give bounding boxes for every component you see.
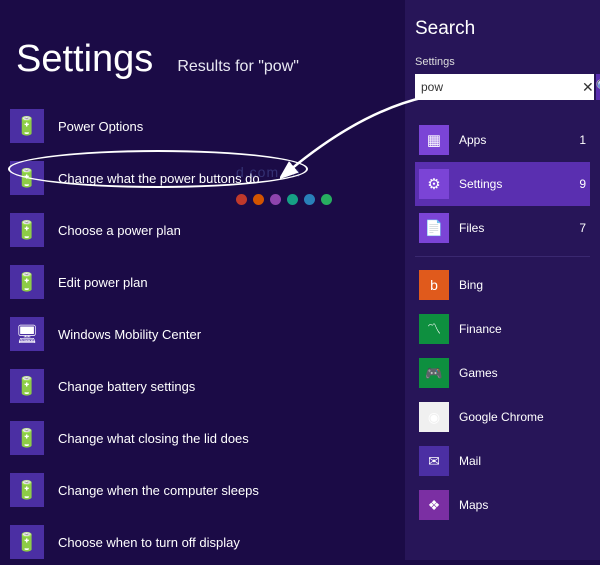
page-title: Settings (16, 38, 153, 81)
category-count: 1 (579, 133, 586, 147)
category-label: Settings (459, 177, 579, 191)
category-apps[interactable]: ▦ Apps1 (415, 118, 590, 162)
category-label: Files (459, 221, 579, 235)
category-files[interactable]: 📄 Files7 (415, 206, 590, 250)
result-item-4[interactable]: 🖥 Windows Mobility Center (10, 311, 405, 357)
search-category-list: ▦ Apps1 ⚙ Settings9 📄 Files7 (415, 118, 590, 250)
search-button[interactable]: 🔍 (596, 74, 600, 100)
result-item-7[interactable]: 🔋 Change when the computer sleeps (10, 467, 405, 513)
result-label: Edit power plan (58, 275, 148, 290)
app-item-maps[interactable]: ❖ Maps (415, 483, 590, 527)
close-icon: ✕ (582, 79, 594, 96)
app-label: Finance (459, 322, 502, 336)
clear-search-button[interactable]: ✕ (582, 74, 594, 100)
files-icon: 📄 (419, 213, 449, 243)
category-count: 9 (579, 177, 586, 191)
app-label: Google Chrome (459, 410, 544, 424)
divider (415, 256, 590, 257)
battery-icon: 🔋 (10, 265, 44, 299)
app-label: Bing (459, 278, 483, 292)
battery-icon: 🔋 (10, 213, 44, 247)
result-item-2[interactable]: 🔋 Choose a power plan (10, 207, 405, 253)
heading-row: Settings Results for "pow" (16, 38, 405, 81)
battery-icon: 🔋 (10, 421, 44, 455)
app-icon: b (419, 270, 449, 300)
app-icon: 〽 (419, 314, 449, 344)
battery-icon: 🔋 (10, 525, 44, 559)
search-charm-panel: Search Settings ✕ 🔍 ▦Apps1⚙Settings9📄Fil… (405, 0, 600, 560)
result-item-0[interactable]: 🔋 Power Options (10, 103, 405, 149)
search-box: ✕ 🔍 (415, 74, 590, 100)
app-icon: 🎮 (419, 358, 449, 388)
settings-results-panel: Settings Results for "pow" 🔋 Power Option… (0, 0, 405, 560)
app-item-finance[interactable]: 〽 Finance (415, 307, 590, 351)
result-label: Change when the computer sleeps (58, 483, 259, 498)
settings-icon: ⚙ (419, 169, 449, 199)
result-item-6[interactable]: 🔋 Change what closing the lid does (10, 415, 405, 461)
result-label: Change what the power buttons do (58, 171, 260, 186)
app-icon: ◉ (419, 402, 449, 432)
app-label: Mail (459, 454, 481, 468)
result-label: Change battery settings (58, 379, 195, 394)
result-label: Choose a power plan (58, 223, 181, 238)
search-context-label: Settings (415, 56, 590, 68)
category-label: Apps (459, 133, 579, 147)
app-icon: ✉ (419, 446, 449, 476)
category-settings[interactable]: ⚙ Settings9 (415, 162, 590, 206)
battery-icon: 🔋 (10, 161, 44, 195)
search-icon: 🔍 (596, 79, 600, 95)
result-item-8[interactable]: 🔋 Choose when to turn off display (10, 519, 405, 565)
app-item-games[interactable]: 🎮 Games (415, 351, 590, 395)
app-item-mail[interactable]: ✉ Mail (415, 439, 590, 483)
battery-icon: 🔋 (10, 473, 44, 507)
results-for-label: Results for "pow" (177, 58, 299, 76)
app-label: Maps (459, 498, 488, 512)
app-item-bing[interactable]: b Bing (415, 263, 590, 307)
search-app-list: b Bing 〽 Finance 🎮 Games ◉ Google Chrome ✉ Mail ❖ M… (415, 263, 590, 527)
result-label: Change what closing the lid does (58, 431, 249, 446)
mobility-icon: 🖥 (10, 317, 44, 351)
app-label: Games (459, 366, 498, 380)
apps-icon: ▦ (419, 125, 449, 155)
app-icon: ❖ (419, 490, 449, 520)
app-item-google-chrome[interactable]: ◉ Google Chrome (415, 395, 590, 439)
search-title: Search (415, 18, 590, 40)
search-input[interactable] (415, 74, 582, 100)
result-label: Windows Mobility Center (58, 327, 201, 342)
result-label: Choose when to turn off display (58, 535, 240, 550)
result-item-1[interactable]: 🔋 Change what the power buttons do (10, 155, 405, 201)
result-item-3[interactable]: 🔋 Edit power plan (10, 259, 405, 305)
battery-icon: 🔋 (10, 109, 44, 143)
battery-icon: 🔋 (10, 369, 44, 403)
results-list: 🔋 Power Options 🔋 Change what the power but… (10, 103, 405, 565)
result-label: Power Options (58, 119, 143, 134)
result-item-5[interactable]: 🔋 Change battery settings (10, 363, 405, 409)
category-count: 7 (579, 221, 586, 235)
